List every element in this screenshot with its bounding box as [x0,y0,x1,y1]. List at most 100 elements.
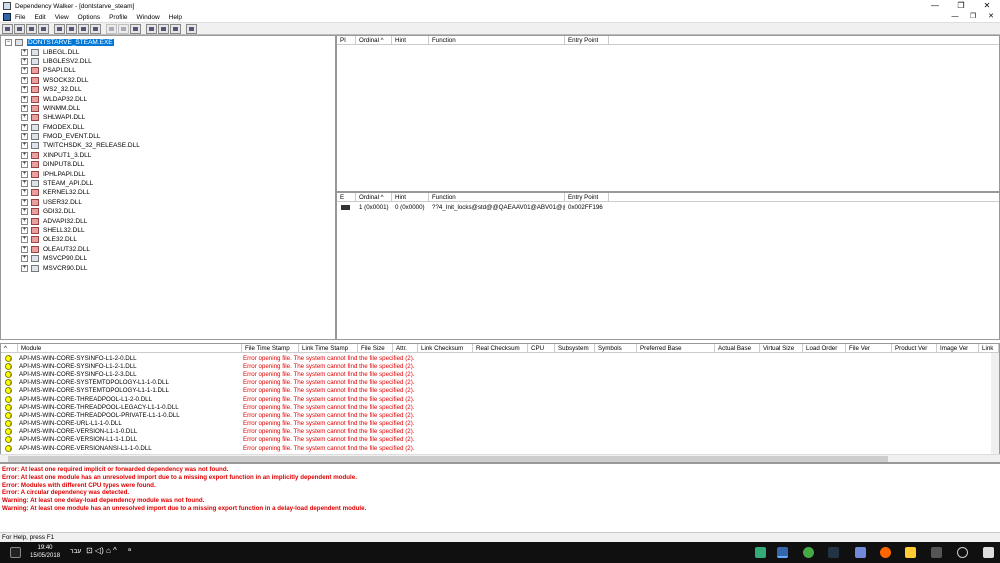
tree-node[interactable]: + LIBGLESV2.DLL [1,57,335,66]
expand-toggle-icon[interactable]: + [21,170,28,178]
tree-node[interactable]: + SHELL32.DLL [1,226,335,235]
module-row[interactable]: ? API-MS-WIN-CORE-URL-L1-1-0.DLL Error ope… [1,420,991,428]
tree-node[interactable]: + WINMM.DLL [1,104,335,113]
hscroll-thumb[interactable] [8,456,888,462]
tree-node[interactable]: + FMODEX.DLL [1,123,335,132]
expand-toggle-icon[interactable]: + [21,264,28,272]
full-paths-icon[interactable] [54,23,65,34]
column-header[interactable]: Link Checksum [418,344,473,352]
tree-node[interactable]: + SHLWAPI.DLL [1,113,335,122]
firefox-icon[interactable] [880,547,891,558]
column-header[interactable]: Product Ver [892,344,937,352]
column-header[interactable]: Image Ver [937,344,979,352]
copy-icon[interactable] [38,23,49,34]
tile-vertical-icon[interactable] [170,23,181,34]
app-icon-2[interactable] [828,547,839,558]
tree-node[interactable]: + LIBEGL.DLL [1,47,335,56]
open-icon[interactable] [2,23,13,34]
menu-view[interactable]: View [55,14,69,21]
search-icon[interactable] [957,547,968,558]
tree-node[interactable]: + MSVCP90.DLL [1,254,335,263]
module-list-vscroll[interactable] [991,353,999,454]
start-icon[interactable] [983,547,994,558]
column-header[interactable]: Link Time Stamp [299,344,358,352]
action-center-icon[interactable] [10,547,21,558]
menu-edit[interactable]: Edit [34,14,45,21]
tree-node[interactable]: + WS2_32.DLL [1,85,335,94]
tree-node[interactable]: + PSAPI.DLL [1,66,335,75]
module-row[interactable]: ? API-MS-WIN-CORE-SYSTEMTOPOLOGY-L1-1-1.D… [1,387,991,395]
menu-options[interactable]: Options [78,14,100,21]
menu-window[interactable]: Window [137,14,160,21]
taskbar-language[interactable]: עבר [70,548,81,555]
expand-toggle-icon[interactable]: + [21,86,28,94]
matching-icon[interactable] [90,23,101,34]
expand-toggle-icon[interactable]: + [21,133,28,141]
column-header[interactable]: Load Order [803,344,846,352]
parent-imports-panel[interactable]: PI Ordinal ^ Hint Function Entry Point [336,35,1000,192]
module-row[interactable]: ? API-MS-WIN-CORE-THREADPOOL-PRIVATE-L1-1… [1,411,991,419]
column-header[interactable]: Entry Point [565,193,609,201]
discord-icon[interactable] [855,547,866,558]
module-row[interactable]: ? API-MS-WIN-CORE-VERSION-L1-1-0.DLL Error… [1,428,991,436]
menu-profile[interactable]: Profile [109,14,127,21]
column-header[interactable]: Attr. [393,344,418,352]
expand-toggle-icon[interactable]: + [21,76,28,84]
tree-node[interactable]: + WLDAP32.DLL [1,94,335,103]
tree-node[interactable]: + OLE32.DLL [1,235,335,244]
dependency-walker-taskbar-icon[interactable] [777,547,788,558]
save-icon[interactable] [14,23,25,34]
tray-icons[interactable]: ⊡ ◁) ⌂ ^ [86,546,117,555]
column-header[interactable]: Real Checksum [473,344,528,352]
tree-node[interactable]: + XINPUT1_3.DLL [1,151,335,160]
tree-node[interactable]: + GDI32.DLL [1,207,335,216]
file-explorer-icon[interactable] [905,547,916,558]
column-header[interactable]: Hint [392,193,429,201]
expand-toggle-icon[interactable]: + [21,114,28,122]
column-header[interactable]: Ordinal ^ [356,193,392,201]
module-row[interactable]: ? API-MS-WIN-CORE-SYSINFO-L1-2-0.DLL Error… [1,354,991,362]
expand-toggle-icon[interactable]: + [21,123,28,131]
utorrent-icon[interactable] [803,547,814,558]
column-header[interactable]: File Size [358,344,393,352]
column-header[interactable]: Ordinal ^ [356,36,392,44]
menu-file[interactable]: File [15,14,25,21]
expand-toggle-icon[interactable]: + [21,227,28,234]
column-header[interactable]: File Ver [846,344,892,352]
tree-node[interactable]: + FMOD_EVENT.DLL [1,132,335,141]
expand-toggle-icon[interactable]: + [21,67,28,75]
help-icon[interactable] [186,23,197,34]
module-row[interactable]: ? API-MS-WIN-CORE-VERSIONANSI-L1-1-0.DLL E… [1,444,991,452]
task-view-icon[interactable] [931,547,942,558]
expand-toggle-icon[interactable]: + [21,245,28,253]
expand-toggle-icon[interactable]: + [21,104,28,112]
export-row[interactable]: 1 (0x0001) 0 (0x0000) ??4_Init_locks@std@@… [337,203,999,211]
column-header[interactable]: Virtual Size [760,344,803,352]
module-row[interactable]: ? API-MS-WIN-CORE-SYSINFO-L1-2-3.DLL Error… [1,370,991,378]
module-row[interactable]: ? API-MS-WIN-CORE-THREADPOOL-L1-2-0.DLL Er… [1,395,991,403]
expand-all-icon[interactable] [106,23,117,34]
expand-toggle-icon[interactable]: + [21,142,28,150]
find-icon[interactable] [26,23,37,34]
module-info-icon[interactable] [78,23,89,34]
column-header[interactable]: Subsystem [555,344,595,352]
tree-node[interactable]: + OLEAUT32.DLL [1,245,335,254]
column-header[interactable]: Entry Point [565,36,609,44]
module-row[interactable]: ? API-MS-WIN-CORE-SYSTEMTOPOLOGY-L1-1-0.D… [1,379,991,387]
title-bar[interactable]: Dependency Walker - [dontstarve_steam] —… [0,0,1000,12]
module-row[interactable]: ? API-MS-WIN-CORE-VERSION-L1-1-1.DLL Error… [1,436,991,444]
undecorate-icon[interactable] [66,23,77,34]
tree-node[interactable]: + STEAM_API.DLL [1,179,335,188]
module-row[interactable]: ? API-MS-WIN-CORE-SYSINFO-L1-2-1.DLL Error… [1,362,991,370]
column-header[interactable]: Link [979,344,999,352]
maximize-button[interactable]: ❐ [948,0,974,12]
expand-toggle-icon[interactable]: + [21,95,28,103]
tree-node[interactable]: + WSOCK32.DLL [1,76,335,85]
minimize-button[interactable]: — [922,0,948,12]
column-header[interactable]: Function [429,193,565,201]
exports-panel[interactable]: E Ordinal ^ Hint Function Entry Point 1 (0x0… [336,192,1000,340]
column-header[interactable]: Symbols [595,344,637,352]
expand-toggle-icon[interactable]: + [21,161,28,169]
column-header[interactable]: Preferred Base [637,344,715,352]
mdi-restore-button[interactable]: ❐ [964,12,982,22]
